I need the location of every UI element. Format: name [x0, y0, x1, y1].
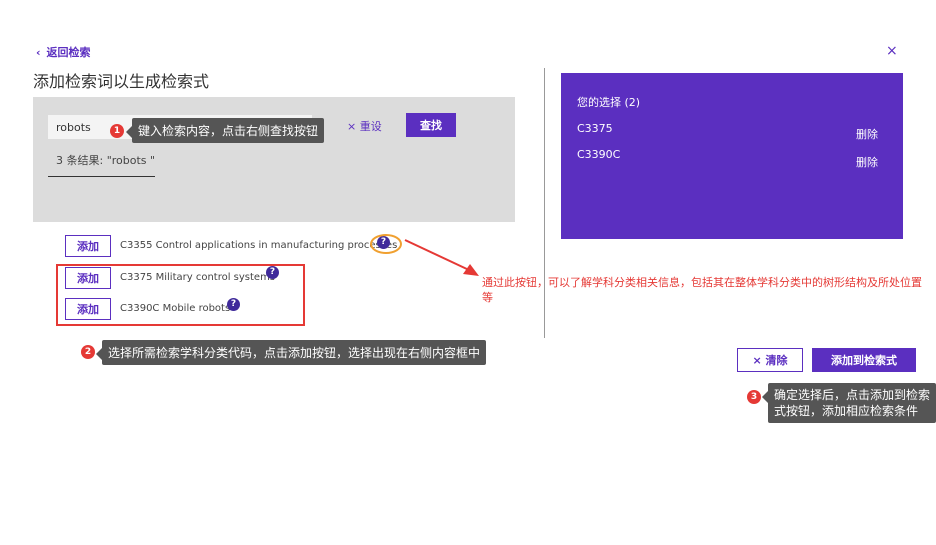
annotation-arrow-icon	[404, 239, 479, 276]
clear-button[interactable]: × 清除	[737, 348, 803, 372]
vertical-divider	[544, 68, 545, 338]
results-count: 3 条结果: "robots "	[56, 154, 156, 167]
selection-title: 您的选择 (2)	[577, 96, 641, 109]
selected-code-c3375: C3375	[577, 122, 613, 135]
help-annotation-note: 通过此按钮，可以了解学科分类相关信息，包括其在整体学科分类中的树形结构及所处位置…	[482, 276, 922, 304]
reset-button[interactable]: × 重设	[347, 118, 382, 134]
tooltip-step-2: 选择所需检索学科分类代码，点击添加按钮，选择出现在右侧内容框中	[95, 340, 487, 365]
tooltip-step-3: 确定选择后，点击添加到检索式按钮，添加相应检索条件	[762, 383, 936, 423]
page-title: 添加检索词以生成检索式	[33, 72, 210, 91]
delete-button-c3375[interactable]: 删除	[856, 126, 878, 142]
tooltip-step-1: 键入检索内容，点击右侧查找按钮	[125, 118, 325, 143]
add-button-c3355[interactable]: 添加	[65, 235, 111, 257]
back-label: 返回检索	[46, 46, 91, 59]
results-underline	[48, 176, 155, 177]
step-badge-2: 2	[81, 345, 95, 359]
find-button[interactable]: 查找	[406, 113, 456, 137]
add-to-query-button[interactable]: 添加到检索式	[812, 348, 916, 372]
step-badge-1: 1	[110, 124, 124, 138]
selection-highlight-box	[56, 264, 305, 326]
step-badge-3: 3	[747, 390, 761, 404]
selected-code-c3390c: C3390C	[577, 148, 621, 161]
chevron-left-icon: ‹	[36, 46, 41, 59]
close-icon[interactable]: ×	[886, 43, 898, 59]
result-text-c3355: C3355 Control applications in manufactur…	[120, 240, 398, 251]
back-to-search-link[interactable]: ‹ 返回检索	[36, 44, 91, 60]
delete-button-c3390c[interactable]: 删除	[856, 154, 878, 170]
